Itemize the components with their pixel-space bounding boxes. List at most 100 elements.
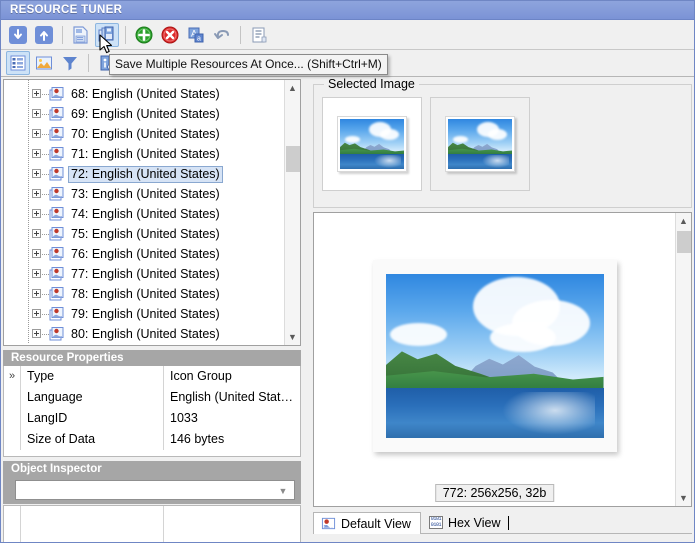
chevron-down-icon[interactable]: ▼	[275, 483, 291, 498]
expander-icon[interactable]	[32, 209, 41, 218]
icon-group-icon	[49, 146, 65, 162]
change-language-button[interactable]: A a	[184, 23, 208, 47]
expander-icon[interactable]	[32, 169, 41, 178]
tree-row[interactable]: 76: English (United States)	[4, 244, 284, 264]
tree-vertical-scrollbar[interactable]: ▲ ▼	[284, 80, 300, 345]
tree-row[interactable]: 79: English (United States)	[4, 304, 284, 324]
tree-elbow	[42, 214, 49, 215]
object-inspector-header: Object Inspector	[3, 461, 301, 477]
tree-elbow	[42, 174, 49, 175]
tree-row[interactable]: 73: English (United States)	[4, 184, 284, 204]
tree-elbow	[42, 134, 49, 135]
object-inspector-gutter	[4, 506, 21, 542]
tree-row[interactable]: 70: English (United States)	[4, 124, 284, 144]
tree-row[interactable]: 75: English (United States)	[4, 224, 284, 244]
expander-icon[interactable]	[32, 269, 41, 278]
tree-row-label: 73: English (United States)	[71, 186, 220, 201]
icon-group-icon	[49, 246, 65, 262]
tree-guide-line	[28, 284, 29, 304]
scroll-down-arrow[interactable]: ▼	[676, 490, 691, 506]
thumbnail-1-frame	[337, 116, 407, 172]
expander-icon[interactable]	[32, 189, 41, 198]
property-row[interactable]: Language English (United Stat…	[4, 386, 300, 408]
expander-icon[interactable]	[32, 249, 41, 258]
svg-text:a: a	[197, 35, 201, 42]
tree-row[interactable]: 72: English (United States)	[4, 164, 284, 184]
tree-row-label: 76: English (United States)	[71, 246, 220, 261]
thumbnail-1[interactable]	[322, 97, 422, 191]
filter-button[interactable]	[58, 51, 82, 75]
expander-icon[interactable]	[32, 109, 41, 118]
scroll-up-arrow[interactable]: ▲	[676, 213, 691, 229]
tree-guide-line	[28, 224, 29, 244]
object-inspector-combo[interactable]: ▼	[15, 480, 295, 500]
resource-properties-grid[interactable]: » Type Icon Group Language English (United S…	[3, 365, 301, 457]
toolbar-separator	[240, 25, 241, 44]
tree-row[interactable]: 80: English (United States)	[4, 324, 284, 344]
object-inspector-grid[interactable]	[3, 505, 301, 542]
save-multiple-resources-button[interactable]	[95, 22, 119, 47]
preview-canvas[interactable]: 772: 256x256, 32b	[314, 213, 675, 506]
property-row[interactable]: » Type Icon Group	[4, 365, 300, 387]
undo-button[interactable]	[210, 23, 234, 47]
tooltip-text: Save Multiple Resources At Once... (Shif…	[115, 57, 382, 71]
expander-icon[interactable]	[32, 309, 41, 318]
landscape-image-thumb	[340, 119, 404, 169]
tree-guide-line	[28, 104, 29, 124]
scrollbar-thumb[interactable]	[677, 231, 691, 253]
thumbnail-list	[322, 97, 683, 191]
tree-elbow	[42, 254, 49, 255]
icon-group-icon	[49, 266, 65, 282]
tree-scroll-area[interactable]: 68: English (United States) 69: English (…	[4, 80, 284, 345]
expander-icon[interactable]	[32, 129, 41, 138]
icon-group-icon	[49, 166, 65, 182]
text-caret	[507, 515, 509, 530]
tree-guide-line	[28, 84, 29, 104]
save-resource-button[interactable]	[69, 23, 93, 47]
resource-icon	[321, 517, 336, 530]
expander-icon[interactable]	[32, 329, 41, 338]
tree-row[interactable]: 69: English (United States)	[4, 104, 284, 124]
property-row[interactable]: Size of Data 146 bytes	[4, 428, 300, 450]
preview-image-frame	[372, 259, 617, 452]
expander-icon[interactable]	[32, 289, 41, 298]
resource-tree[interactable]: 68: English (United States) 69: English (…	[3, 79, 301, 346]
scroll-up-arrow[interactable]: ▲	[285, 80, 300, 96]
expander-icon[interactable]	[32, 149, 41, 158]
hex-binary-icon: 0101 0101	[428, 516, 443, 529]
thumbnail-2[interactable]	[430, 97, 530, 191]
tab-hex-view[interactable]: 0101 0101 Hex View	[421, 511, 519, 533]
tab-default-view[interactable]: Default View	[313, 512, 421, 534]
expander-icon[interactable]	[32, 89, 41, 98]
property-marker	[4, 428, 21, 450]
tree-elbow	[42, 334, 49, 335]
tree-elbow	[42, 314, 49, 315]
tree-row[interactable]: 78: English (United States)	[4, 284, 284, 304]
tree-row[interactable]: 71: English (United States)	[4, 144, 284, 164]
tree-row-label: 80: English (United States)	[71, 326, 220, 341]
delete-resource-button[interactable]	[158, 23, 182, 47]
report-button[interactable]	[247, 23, 271, 47]
tree-guide-line	[28, 144, 29, 164]
tree-row-label: 70: English (United States)	[71, 126, 220, 141]
tree-row[interactable]: 68: English (United States)	[4, 84, 284, 104]
tree-row-label: 68: English (United States)	[71, 86, 220, 101]
tree-guide-line	[28, 244, 29, 264]
property-row[interactable]: LangID 1033	[4, 407, 300, 429]
expander-icon[interactable]	[32, 229, 41, 238]
icon-group-icon	[49, 86, 65, 102]
property-name: Size of Data	[21, 428, 164, 450]
tree-guide-line	[28, 324, 29, 344]
image-view-button[interactable]	[32, 51, 56, 75]
move-up-button[interactable]	[32, 23, 56, 47]
bottom-strip	[307, 534, 694, 542]
scroll-down-arrow[interactable]: ▼	[285, 329, 300, 345]
add-resource-button[interactable]	[132, 23, 156, 47]
tree-row[interactable]: 74: English (United States)	[4, 204, 284, 224]
scrollbar-thumb[interactable]	[286, 146, 300, 172]
tree-row-label: 69: English (United States)	[71, 106, 220, 121]
tree-row[interactable]: 77: English (United States)	[4, 264, 284, 284]
move-down-button[interactable]	[6, 23, 30, 47]
preview-vertical-scrollbar[interactable]: ▲ ▼	[675, 213, 691, 506]
tree-view-button[interactable]	[6, 51, 30, 75]
